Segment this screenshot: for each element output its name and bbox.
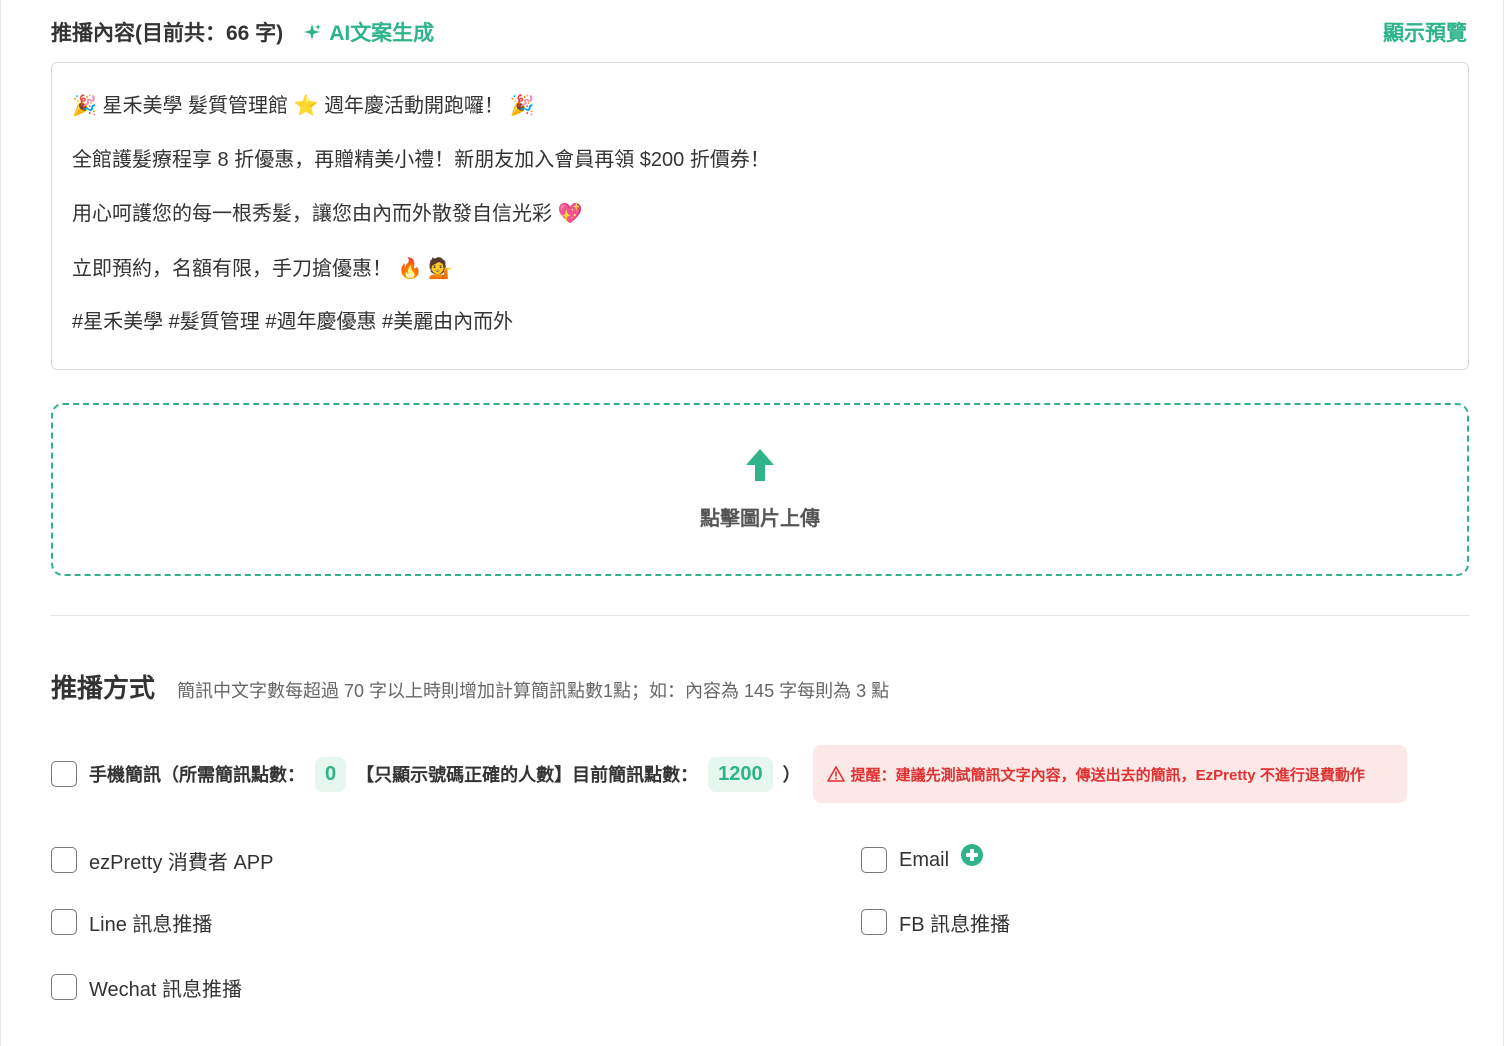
app-checkbox[interactable] [51,847,77,873]
option-email: Email [861,844,984,875]
line-label: Line 訊息推播 [89,913,213,936]
content-title: 推播內容(目前共：66 字) [51,22,284,45]
sms-option-row: 手機簡訊（所需簡訊點數： 0 【只顯示號碼正確的人數】目前簡訊點數： 1200 … [51,745,1407,803]
sms-label-a: 手機簡訊（所需簡訊點數： [89,765,305,785]
party-popper-icon: 🎉 [509,93,535,117]
content-line-2: 全館護髮療程享 8 折優惠，再贈精美小禮！新朋友加入會員再領 $200 折價券！ [72,148,770,171]
option-wechat: Wechat 訊息推播 [51,972,242,1002]
current-points-badge: 1200 [708,756,773,792]
content-line-3: 用心呵護您的每一根秀髮，讓您由內而外散發自信光彩 💖 [72,187,1448,242]
fb-label: FB 訊息推播 [899,913,1011,936]
ai-copy-button[interactable]: AI文案生成 [303,17,434,47]
sms-warning-text: 提醒：建議先測試簡訊文字內容，傳送出去的簡訊，EzPretty 不進行退費動作 [850,766,1365,784]
sparkle-icon [304,24,322,40]
push-content-textarea[interactable]: 🎉 星禾美學 髮質管理館 ⭐ 週年慶活動開跑囉！ 🎉 全館護髮療程享 8 折優惠… [51,62,1469,370]
image-upload-zone[interactable]: 點擊圖片上傳 [51,403,1469,576]
section-divider [51,615,1469,616]
line-checkbox[interactable] [51,909,77,935]
option-app: ezPretty 消費者 APP [51,845,274,875]
party-popper-icon: 🎉 [72,93,97,117]
sparkling-heart-icon: 💖 [557,201,583,225]
option-line: Line 訊息推播 [51,907,212,937]
wechat-checkbox[interactable] [51,974,77,1000]
content-line-4: 立即預約，名額有限，手刀搶優惠！ 🔥 💁 [72,242,1448,297]
push-content-page: 推播內容(目前共：66 字) AI文案生成 顯示預覽 🎉 星禾美學 髮質管理館 … [0,0,1504,1046]
push-method-header: 推播方式 簡訊中文字數每超過 70 字以上時則增加計算簡訊點數1點；如：內容為 … [51,668,889,705]
push-method-title: 推播方式 [51,673,156,703]
fb-checkbox[interactable] [861,909,887,935]
warning-triangle-icon [826,766,845,782]
content-line-5: #星禾美學 #髮質管理 #週年慶優惠 #美麗由內而外 [72,311,514,333]
push-method-note: 簡訊中文字數每超過 70 字以上時則增加計算簡訊點數1點；如：內容為 145 字… [177,681,890,701]
content-line-3-text: 用心呵護您的每一根秀髮，讓您由內而外散發自信光彩 [72,203,552,225]
content-line-1-text-a: 星禾美學 髮質管理館 [102,95,289,117]
wechat-label: Wechat 訊息推播 [89,978,242,1001]
content-line-1-text-b: 週年慶活動開跑囉！ [324,95,505,117]
ai-copy-label: AI文案生成 [329,22,435,45]
show-preview-link[interactable]: 顯示預覽 [1383,17,1467,47]
content-line-1: 🎉 星禾美學 髮質管理館 ⭐ 週年慶活動開跑囉！ 🎉 [72,79,1448,134]
email-checkbox[interactable] [861,847,887,873]
sms-label-c: ） [782,765,801,785]
woman-tipping-hand-icon: 💁 [428,255,453,280]
add-email-icon[interactable] [961,844,984,866]
email-label: Email [899,848,950,871]
content-line-4-text: 立即預約，名額有限，手刀搶優惠！ [72,257,392,280]
sms-label-b: 【只顯示號碼正確的人數】目前簡訊點數： [356,765,699,785]
option-fb: FB 訊息推播 [861,907,1010,937]
upload-arrow-icon [746,449,774,481]
star-icon: ⭐ [293,93,319,117]
app-label: ezPretty 消費者 APP [89,851,274,874]
fire-icon: 🔥 [397,255,423,280]
sms-warning-box: 提醒：建議先測試簡訊文字內容，傳送出去的簡訊，EzPretty 不進行退費動作 [812,745,1407,803]
sms-checkbox[interactable] [51,761,77,787]
required-points-badge: 0 [315,756,347,792]
content-header: 推播內容(目前共：66 字) AI文案生成 顯示預覽 [51,14,1467,50]
upload-label: 點擊圖片上傳 [700,508,820,530]
